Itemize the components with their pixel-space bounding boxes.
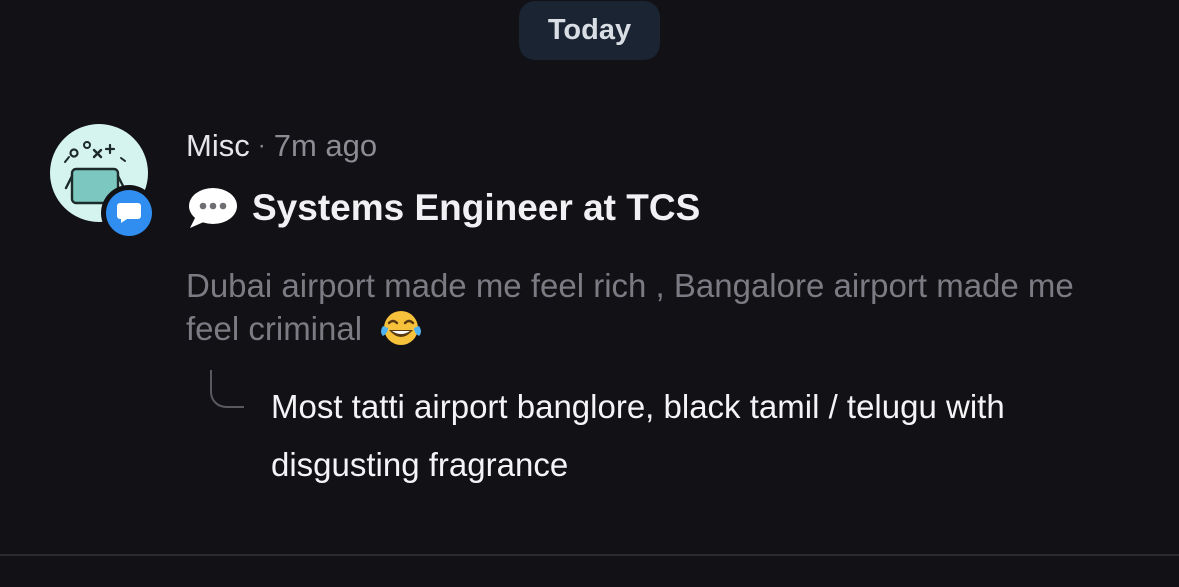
- chat-bubble-icon: [117, 203, 141, 223]
- post-title: Systems Engineer at TCS: [252, 187, 701, 228]
- post-meta: Misc · 7m ago: [186, 126, 377, 166]
- laughing-tears-emoji-icon: [381, 311, 422, 345]
- meta-separator: ·: [257, 132, 266, 159]
- post-timestamp: 7m ago: [273, 128, 378, 163]
- top-reply-text: Most tatti airport banglore, black tamil…: [271, 388, 1005, 483]
- feed-item: Today Misc · 7m ago Systems Engineer at …: [0, 0, 1179, 587]
- post-body[interactable]: Dubai airport made me feel rich , Bangal…: [186, 264, 1126, 350]
- top-reply[interactable]: Most tatti airport banglore, black tamil…: [271, 378, 1151, 494]
- post-body-text: Dubai airport made me feel rich , Bangal…: [186, 267, 1074, 347]
- chat-badge: [101, 185, 157, 241]
- post-title-row[interactable]: Systems Engineer at TCS: [186, 184, 700, 232]
- reply-hook-icon: [210, 370, 244, 408]
- channel-name[interactable]: Misc: [186, 128, 250, 164]
- date-separator-label: Today: [547, 14, 632, 46]
- date-separator: Today: [519, 1, 660, 60]
- speech-bubble-emoji-icon: [189, 188, 237, 228]
- divider: [0, 554, 1179, 556]
